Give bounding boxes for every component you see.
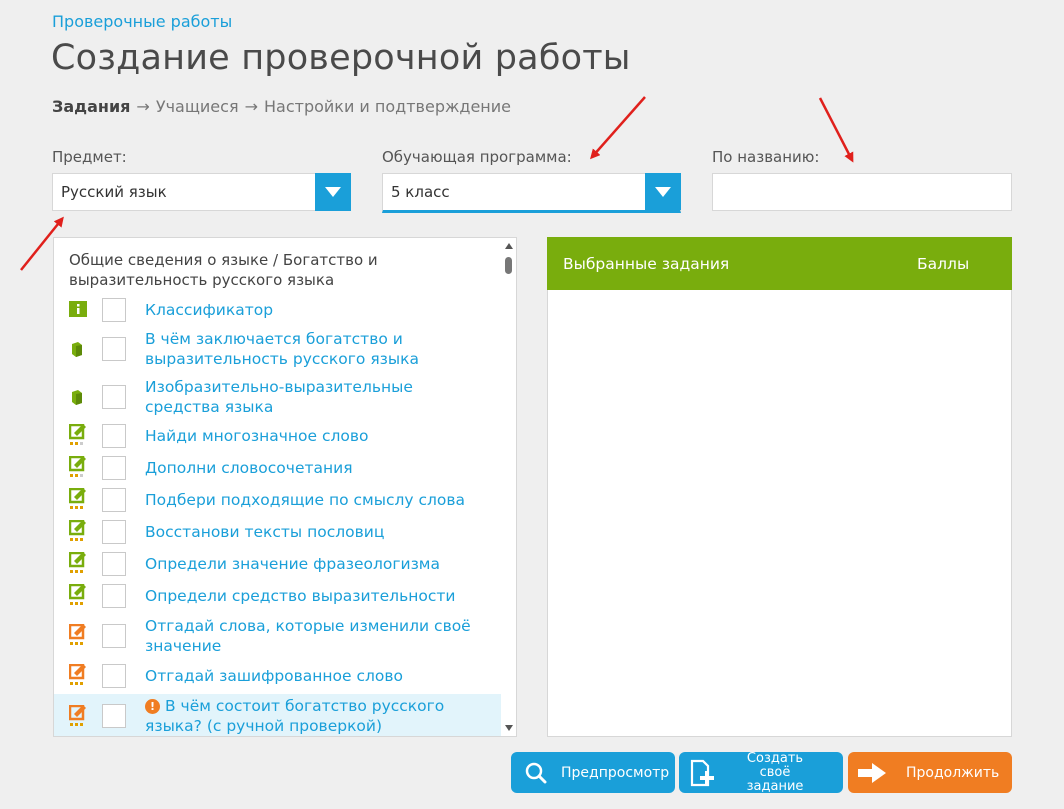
search-icon [525, 762, 547, 784]
name-filter-label: По названию: [712, 148, 820, 166]
program-select-value: 5 класс [391, 183, 450, 201]
task-link-label: В чём состоит богатство русского языка? … [145, 697, 445, 735]
task-edit-icon [68, 704, 87, 726]
preview-button[interactable]: Предпросмотр [511, 752, 675, 793]
task-checkbox[interactable] [102, 624, 126, 648]
task-list-panel: Общие сведения о языке / Богатство и выр… [53, 237, 517, 737]
task-checkbox[interactable] [102, 664, 126, 688]
task-edit-icon [68, 455, 87, 477]
task-link[interactable]: ! В чём состоит богатство русского языка?… [145, 696, 490, 736]
step-tasks: Задания [52, 97, 131, 116]
annotation-arrow-program [590, 96, 646, 160]
task-link[interactable]: Дополни словосочетания [145, 458, 490, 478]
task-link[interactable]: Изобразительно-выразительные средства яз… [145, 377, 490, 417]
create-own-task-label: Создать своё задание [746, 750, 804, 794]
book-icon [69, 389, 87, 409]
selected-tasks-header: Выбранные задания Баллы [547, 237, 1012, 290]
task-group-title: Общие сведения о языке / Богатство и выр… [69, 251, 378, 289]
list-item: Изобразительно-выразительные средства яз… [54, 377, 501, 421]
breadcrumb[interactable]: Проверочные работы [52, 12, 232, 31]
list-item: Классификатор [54, 298, 501, 322]
task-link[interactable]: Найди многозначное слово [145, 426, 490, 446]
task-link[interactable]: Классификатор [145, 300, 490, 320]
name-filter-input[interactable] [712, 173, 1012, 211]
task-checkbox[interactable] [102, 520, 126, 544]
continue-button[interactable]: Продолжить [848, 752, 1012, 793]
task-edit-icon [68, 583, 87, 605]
task-link[interactable]: Определи средство выразительности [145, 586, 490, 606]
info-icon [69, 301, 87, 321]
program-label: Обучающая программа: [382, 148, 572, 166]
program-select[interactable]: 5 класс [382, 173, 681, 213]
step-students[interactable]: Учащиеся [156, 97, 239, 116]
warning-icon: ! [145, 699, 160, 714]
scroll-down-icon[interactable] [505, 725, 513, 731]
chevron-down-icon[interactable] [645, 173, 681, 210]
subject-label: Предмет: [52, 148, 127, 166]
selected-tasks-heading: Выбранные задания [563, 255, 730, 273]
list-item: Восстанови тексты пословиц [54, 519, 501, 544]
scroll-thumb[interactable] [505, 257, 512, 274]
step-separator-2: → [244, 97, 258, 116]
steps-nav: Задания → Учащиеся → Настройки и подтвержден… [52, 97, 511, 116]
task-checkbox[interactable] [102, 488, 126, 512]
task-checkbox[interactable] [102, 337, 126, 361]
preview-button-label: Предпросмотр [561, 764, 670, 781]
task-checkbox[interactable] [102, 298, 126, 322]
list-item: Отгадай слова, которые изменили своё зна… [54, 616, 501, 660]
subject-select[interactable]: Русский язык [52, 173, 351, 211]
list-item: Определи значение фразеологизма [54, 551, 501, 576]
points-heading: Баллы [917, 255, 970, 273]
task-edit-icon [68, 663, 87, 685]
task-link[interactable]: Подбери подходящие по смыслу слова [145, 490, 490, 510]
task-edit-icon [68, 423, 87, 445]
task-link[interactable]: Отгадай зашифрованное слово [145, 666, 490, 686]
task-link[interactable]: В чём заключается богатство и выразитель… [145, 329, 490, 369]
selected-tasks-panel: Выбранные задания Баллы [547, 237, 1012, 737]
task-edit-icon [68, 519, 87, 541]
create-own-task-button[interactable]: Создать своё задание [679, 750, 843, 794]
list-item: Найди многозначное слово [54, 423, 501, 448]
list-item: ! В чём состоит богатство русского языка?… [54, 694, 501, 736]
scroll-up-icon[interactable] [505, 243, 513, 249]
chevron-down-icon[interactable] [315, 173, 351, 211]
arrow-right-icon [858, 762, 886, 783]
task-checkbox[interactable] [102, 456, 126, 480]
task-edit-icon [68, 487, 87, 509]
step-separator-1: → [136, 97, 150, 116]
step-settings[interactable]: Настройки и подтверждение [264, 97, 511, 116]
add-document-icon [690, 759, 716, 787]
list-scrollbar[interactable] [502, 239, 516, 735]
list-item: В чём заключается богатство и выразитель… [54, 329, 501, 373]
task-checkbox[interactable] [102, 584, 126, 608]
task-checkbox[interactable] [102, 424, 126, 448]
task-checkbox[interactable] [102, 704, 126, 728]
list-item: Дополни словосочетания [54, 455, 501, 480]
task-link[interactable]: Определи значение фразеологизма [145, 554, 490, 574]
annotation-arrow-name [818, 97, 854, 163]
page-title: Создание проверочной работы [51, 38, 631, 78]
book-icon [69, 341, 87, 361]
task-edit-icon [68, 551, 87, 573]
task-checkbox[interactable] [102, 385, 126, 409]
task-edit-icon [68, 623, 87, 645]
list-item: Определи средство выразительности [54, 583, 501, 608]
task-link[interactable]: Отгадай слова, которые изменили своё зна… [145, 616, 490, 656]
task-link[interactable]: Восстанови тексты пословиц [145, 522, 490, 542]
continue-button-label: Продолжить [906, 764, 1000, 781]
list-item: Отгадай зашифрованное слово [54, 663, 501, 688]
list-item: Подбери подходящие по смыслу слова [54, 487, 501, 512]
task-checkbox[interactable] [102, 552, 126, 576]
subject-select-value: Русский язык [61, 183, 167, 201]
